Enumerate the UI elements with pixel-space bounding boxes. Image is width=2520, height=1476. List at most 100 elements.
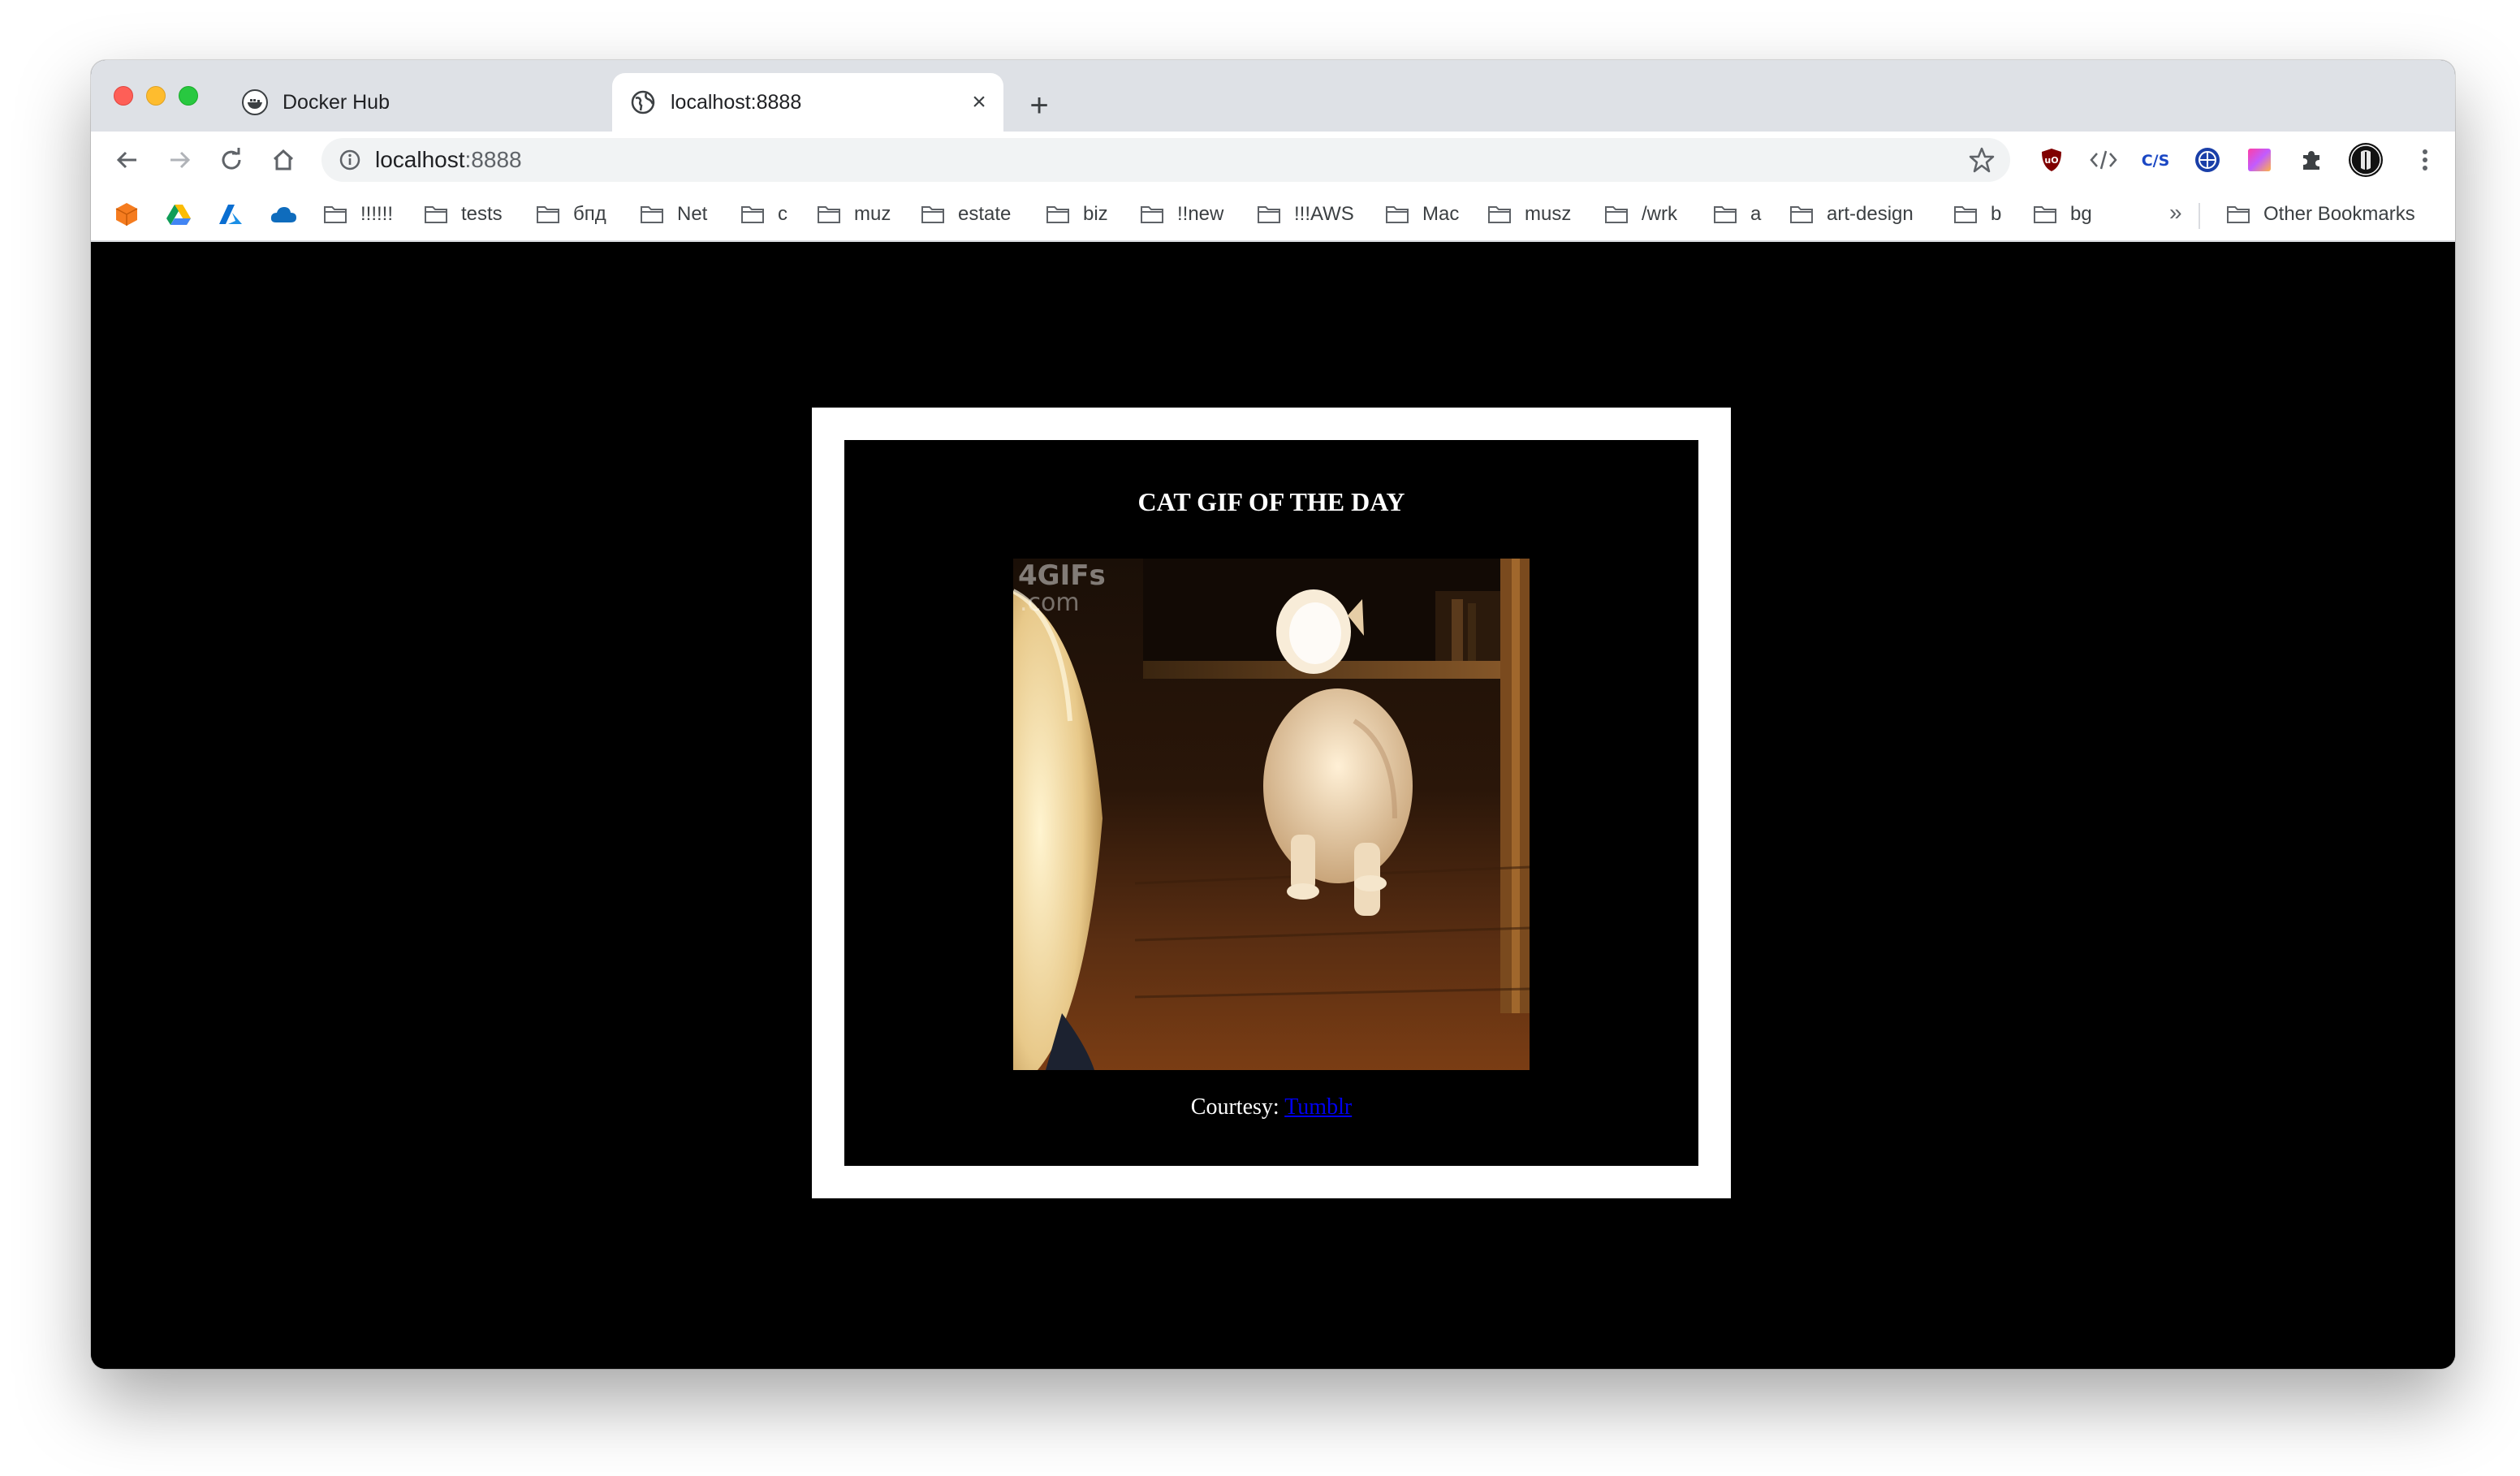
bookmark-folder[interactable]: Net (640, 196, 707, 232)
css-icon[interactable]: C/S (2140, 145, 2171, 175)
folder-icon (1386, 206, 1409, 223)
url-host: localhost (375, 147, 465, 172)
bookmark-folder[interactable]: бпд (536, 196, 606, 232)
tab-title: localhost:8888 (671, 90, 802, 114)
folder-icon (425, 206, 447, 223)
svg-text:C/S: C/S (2142, 152, 2170, 170)
folder-icon (1258, 206, 1280, 223)
forward-arrow-icon (170, 151, 191, 169)
reload-button[interactable] (211, 140, 252, 180)
bookmark-folder[interactable]: muz (817, 196, 891, 232)
bookmark-star-icon[interactable] (1968, 146, 1996, 174)
svg-text:4GIFs: 4GIFs (1018, 559, 1106, 592)
page-content: CAT GIF OF THE DAY 4GIFs .com Courtesy: … (91, 244, 2455, 1369)
svg-text:.com: .com (1020, 589, 1080, 617)
puzzle-icon[interactable] (2296, 145, 2327, 175)
bookmark-label: !!!!!! (360, 203, 394, 225)
folder-icon (1046, 206, 1069, 223)
tab-close-icon[interactable]: × (963, 86, 995, 119)
tab-title: Docker Hub (283, 90, 390, 114)
folder-icon (1488, 206, 1511, 223)
bookmark-label: bg (2070, 203, 2092, 225)
bookmark-folder[interactable]: tests (424, 196, 503, 232)
bookmark-label: !!new (1177, 203, 1224, 225)
svg-text:uO: uO (2044, 155, 2058, 166)
bookmark-folder[interactable]: b (1953, 196, 2001, 232)
bookmark-folder[interactable]: !!new (1140, 196, 1223, 232)
folder-icon (1605, 206, 1628, 223)
browser-window: Docker Hub × localhost:8888 × + (91, 60, 2455, 1369)
white-frame: CAT GIF OF THE DAY 4GIFs .com Courtesy: … (812, 408, 1731, 1198)
back-arrow-icon (116, 151, 136, 169)
bookmarks-overflow-button[interactable]: » (2169, 200, 2182, 226)
bookmark-folder[interactable]: Mac (1385, 196, 1459, 232)
bookmark-folder[interactable]: a (1713, 196, 1761, 232)
bookmark-label: c (778, 203, 788, 225)
close-window-button[interactable] (114, 86, 133, 106)
cat-gif-image: 4GIFs .com (1013, 559, 1530, 1070)
new-tab-button[interactable]: + (1021, 88, 1057, 123)
card: CAT GIF OF THE DAY 4GIFs .com Courtesy: … (844, 440, 1698, 1166)
onedrive-icon[interactable] (270, 196, 310, 232)
ublock-icon[interactable]: uO (2036, 145, 2067, 175)
vpn-globe-icon[interactable] (2192, 145, 2223, 175)
azure-icon[interactable] (218, 196, 257, 232)
globe-icon (630, 89, 656, 115)
menu-kebab-icon[interactable] (2410, 145, 2440, 175)
bookmark-label: a (1750, 203, 1762, 225)
cube-app-icon[interactable] (114, 196, 153, 232)
folder-icon (2227, 206, 2250, 223)
bookmarks-bar: !!!!!! tests бпд Net c muz estate biz !!… (91, 188, 2455, 242)
bookmark-folder[interactable]: !!!AWS (1257, 196, 1354, 232)
bookmark-folder[interactable]: /wrk (1604, 196, 1677, 232)
info-icon[interactable] (336, 146, 364, 174)
tab-strip: Docker Hub × localhost:8888 × + (91, 60, 2455, 132)
bookmark-folder[interactable]: bg (2033, 196, 2092, 232)
bookmark-label: Net (677, 203, 708, 225)
folder-icon (537, 206, 559, 223)
bookmark-folder[interactable]: !!!!!! (323, 196, 393, 232)
gradient-icon[interactable] (2244, 145, 2275, 175)
bookmark-label: estate (958, 203, 1012, 225)
page-title: CAT GIF OF THE DAY (1137, 487, 1405, 516)
back-button[interactable] (107, 140, 148, 180)
url-port: :8888 (464, 147, 522, 172)
maximize-window-button[interactable] (179, 86, 198, 106)
bookmark-label: art-design (1827, 203, 1914, 225)
reload-icon (222, 148, 241, 170)
folder-icon (741, 206, 764, 223)
bookmark-label: Mac (1422, 203, 1460, 225)
bookmark-label: Other Bookmarks (2263, 203, 2415, 225)
bookmark-label: b (1991, 203, 2002, 225)
other-bookmarks-folder[interactable]: Other Bookmarks (2226, 196, 2415, 232)
bookmark-label: !!!AWS (1294, 203, 1354, 225)
bookmark-folder[interactable]: biz (1046, 196, 1108, 232)
profile-avatar[interactable] (2348, 142, 2384, 178)
bookmark-label: biz (1083, 203, 1108, 225)
bookmark-label: muz (854, 203, 891, 225)
google-drive-icon[interactable] (166, 196, 205, 232)
home-button[interactable] (263, 140, 304, 180)
bookmark-folder[interactable]: estate (921, 196, 1011, 232)
minimize-window-button[interactable] (146, 86, 166, 106)
tumblr-link[interactable]: Tumblr (1284, 1094, 1352, 1120)
bookmark-folder[interactable]: musz (1487, 196, 1571, 232)
bookmark-folder[interactable]: c (740, 196, 788, 232)
browser-toolbar: localhost:8888 uO C/S (91, 132, 2455, 188)
folder-icon (1790, 206, 1813, 223)
folder-icon (1714, 206, 1737, 223)
bookmark-label: /wrk (1642, 203, 1677, 225)
folder-icon (818, 206, 840, 223)
bookmarks-divider (2199, 203, 2200, 229)
folder-icon (921, 206, 944, 223)
code-icon[interactable] (2088, 145, 2119, 175)
url-text: localhost:8888 (375, 147, 522, 173)
forward-button[interactable] (159, 140, 200, 180)
bookmark-label: бпд (573, 203, 606, 225)
bookmark-label: musz (1525, 203, 1572, 225)
address-bar[interactable]: localhost:8888 (321, 138, 2010, 182)
folder-icon (324, 206, 347, 223)
tab-localhost[interactable]: localhost:8888 × (612, 73, 1003, 132)
folder-icon (1954, 206, 1977, 223)
bookmark-folder[interactable]: art-design (1789, 196, 1914, 232)
